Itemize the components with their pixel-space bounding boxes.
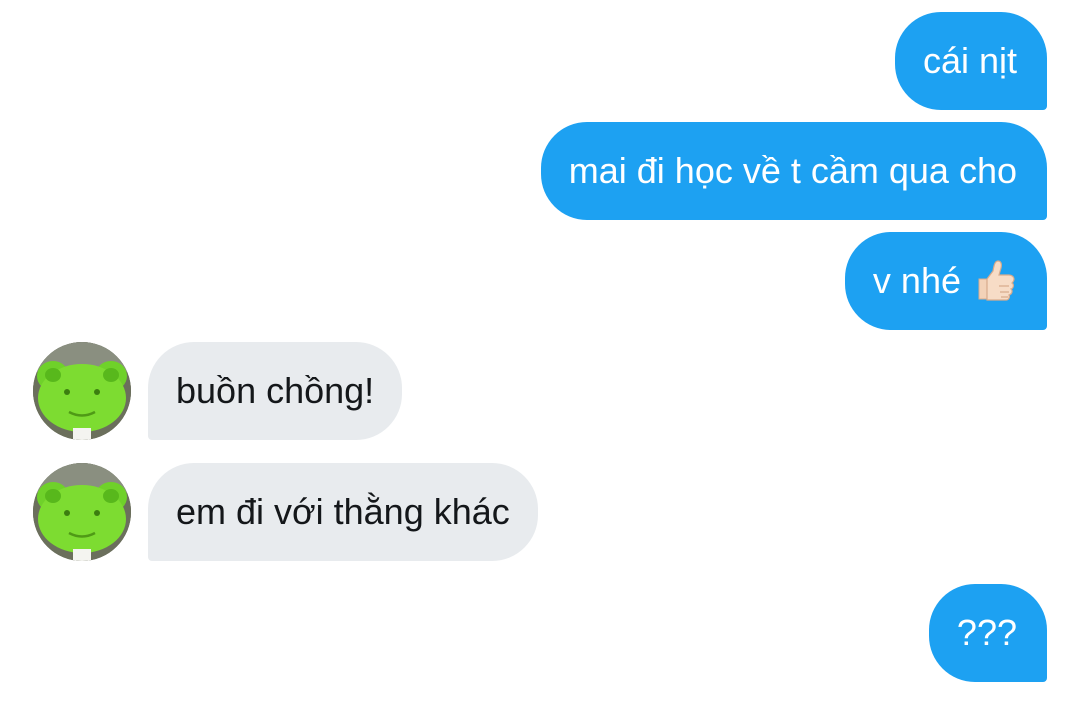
message-text: buồn chồng! bbox=[176, 370, 375, 411]
contact-avatar[interactable] bbox=[33, 463, 131, 561]
message-text: mai đi học về t cầm qua cho bbox=[568, 150, 1017, 191]
outgoing-message-bubble[interactable]: cái nịt bbox=[894, 12, 1047, 110]
outgoing-message-bubble[interactable]: mai đi học về t cầm qua cho bbox=[540, 122, 1047, 220]
outgoing-message-bubble[interactable]: ??? bbox=[928, 584, 1047, 682]
message-text: v nhé bbox=[872, 260, 961, 301]
message-text: em đi với thằng khác bbox=[176, 491, 510, 532]
message-text: cái nịt bbox=[922, 40, 1017, 81]
frog-plush-icon bbox=[33, 463, 131, 561]
frog-plush-icon bbox=[33, 342, 131, 440]
thumbs-up-icon bbox=[973, 259, 1017, 303]
incoming-message-bubble[interactable]: buồn chồng! bbox=[148, 342, 403, 440]
incoming-message-bubble[interactable]: em đi với thằng khác bbox=[148, 463, 538, 561]
contact-avatar[interactable] bbox=[33, 342, 131, 440]
outgoing-message-bubble[interactable]: v nhé bbox=[844, 232, 1047, 330]
message-text: ??? bbox=[956, 612, 1017, 653]
